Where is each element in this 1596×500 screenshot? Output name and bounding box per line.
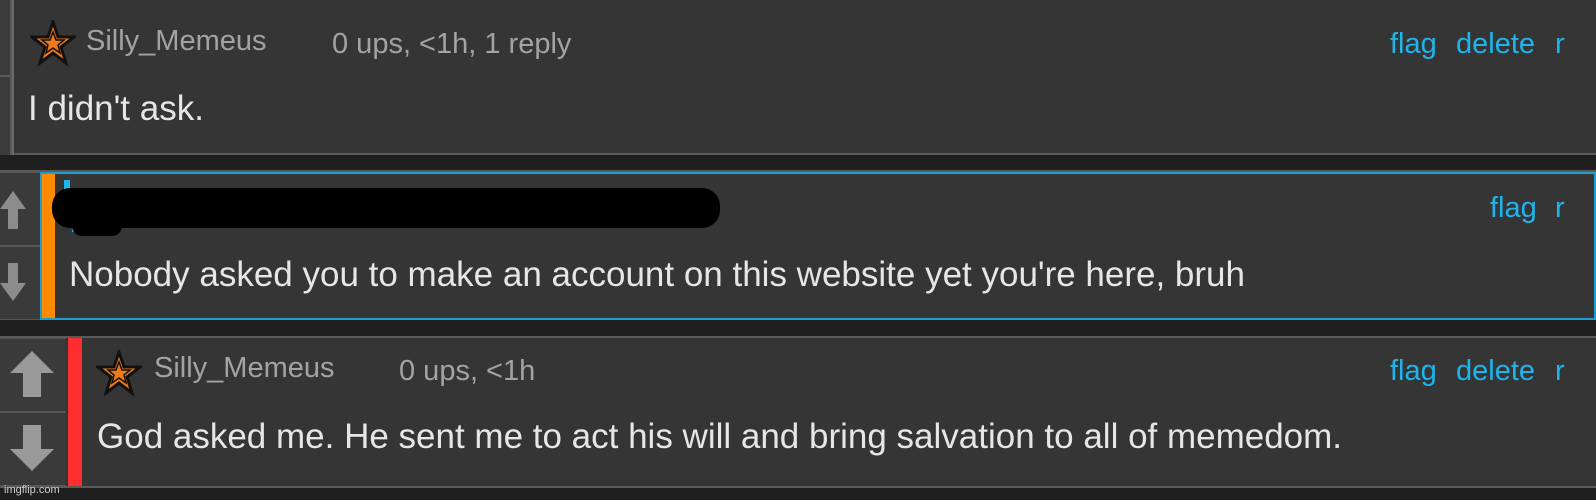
downvote-button[interactable] [0,246,40,320]
comment-1: Silly_Memeus 0 ups, <1h, 1 reply flag de… [0,0,1596,155]
down-arrow-icon [0,263,26,301]
comment-1-thread-column [0,0,12,155]
comment-3-more-link[interactable]: r [1555,355,1565,388]
up-arrow-icon [10,351,54,397]
upvote-button[interactable] [0,338,66,412]
comment-2-flag-link[interactable]: flag [1490,192,1537,225]
redaction-scribble [52,188,720,228]
comment-3-flag-link[interactable]: flag [1390,355,1437,388]
thread-line [12,0,14,155]
up-arrow-icon [0,191,26,229]
downvote-button[interactable] [0,412,66,486]
comment-1-more-link[interactable]: r [1555,28,1565,61]
red-indicator-bar [68,338,82,486]
comment-2-body: Nobody asked you to make an account on t… [69,255,1245,294]
divider [0,75,12,77]
comment-3: Silly_Memeus 0 ups, <1h flag delete r Go… [0,336,1596,488]
star-icon [30,20,76,66]
comment-3-body: God asked me. He sent me to act his will… [97,417,1343,456]
vote-column [0,172,40,320]
comment-1-body: I didn't ask. [28,89,204,128]
comment-2-more-link[interactable]: r [1555,192,1565,225]
comment-3-meta: 0 ups, <1h [399,355,536,387]
upvote-button[interactable] [0,172,40,246]
comment-3-delete-link[interactable]: delete [1456,355,1535,388]
comment-1-flag-link[interactable]: flag [1390,28,1437,61]
comment-1-meta: 0 ups, <1h, 1 reply [332,28,572,60]
redaction-scribble [72,214,122,236]
comment-1-delete-link[interactable]: delete [1456,28,1535,61]
vote-column [0,338,66,486]
star-icon [96,350,142,396]
down-arrow-icon [10,425,54,471]
comment-3-username[interactable]: Silly_Memeus [154,352,335,385]
watermark: imgflip.com [4,484,60,496]
orange-indicator-bar [42,174,55,318]
comment-1-username[interactable]: Silly_Memeus [86,25,267,58]
